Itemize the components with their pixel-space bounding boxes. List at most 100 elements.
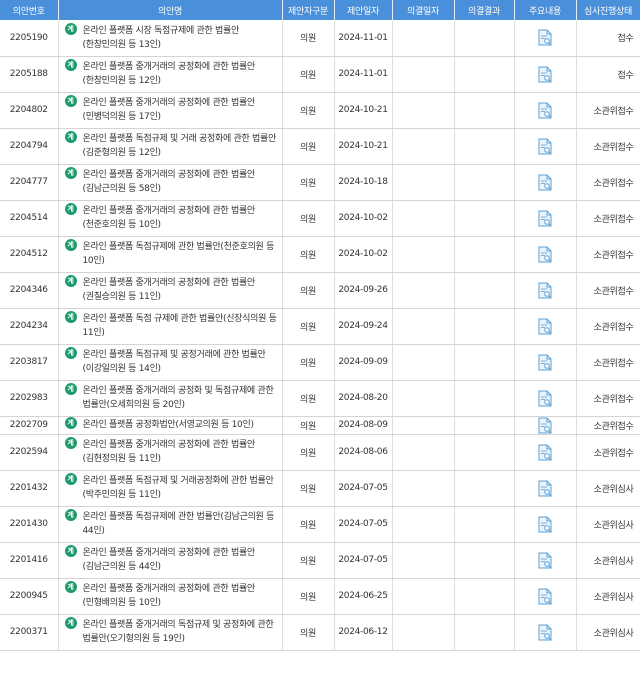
table-row: 2201430 계 온라인 플랫폼 독점규제에 관한 법률안(김남근의원 등 44인… <box>0 506 640 543</box>
proposal-date-cell: 2024-10-21 <box>334 92 393 129</box>
bill-name-link[interactable]: 온라인 플랫폼 중개거래의 공정화에 관한 법률안(권칠승의원 등 11인) <box>83 276 279 304</box>
document-search-icon[interactable] <box>537 552 553 569</box>
bill-name-link[interactable]: 온라인 플랫폼 독점규제 및 거래공정화에 관한 법률안(박주민의원 등 11인… <box>83 474 279 502</box>
bill-name-cell: 계 온라인 플랫폼 중개거래의 공정화에 관한 법률안(김남근의원 등 58인) <box>58 164 283 201</box>
bill-name-link[interactable]: 온라인 플랫폼 독점규제에 관한 법률안(천준호의원 등 10인) <box>83 240 279 268</box>
bill-name-link[interactable]: 온라인 플랫폼 중개거래의 독점규제 및 공정화에 관한 법률안(오기형의원 등… <box>83 618 279 646</box>
document-search-icon[interactable] <box>537 29 553 46</box>
summary-cell <box>514 506 577 543</box>
bill-name-cell: 계 온라인 플랫폼 중개거래의 독점규제 및 공정화에 관한 법률안(오기형의원 … <box>58 614 283 651</box>
document-search-icon[interactable] <box>537 174 553 191</box>
review-status-cell: 소관위접수 <box>576 200 640 237</box>
document-search-icon[interactable] <box>537 246 553 263</box>
document-search-icon[interactable] <box>537 588 553 605</box>
bill-name-link[interactable]: 온라인 플랫폼 독점규제 및 거래 공정화에 관한 법률안(김준형의원 등 12… <box>83 132 279 160</box>
bill-name-cell: 계 온라인 플랫폼 중개거래의 공정화에 관한 법률안(민병덕의원 등 17인) <box>58 92 283 129</box>
summary-cell <box>514 92 577 129</box>
summary-cell <box>514 20 577 57</box>
document-search-icon[interactable] <box>537 417 553 433</box>
proposal-date-cell: 2024-10-02 <box>334 236 393 273</box>
bill-name-link[interactable]: 온라인 플랫폼 중개거래의 공정화에 관한 법률안(천준호의원 등 10인) <box>83 204 279 232</box>
law-badge-icon: 계 <box>64 95 77 107</box>
document-search-icon[interactable] <box>537 354 553 371</box>
law-badge-icon: 계 <box>64 509 77 521</box>
review-status-cell: 소관위접수 <box>576 380 640 417</box>
proposer-cell: 의원 <box>282 470 335 507</box>
proposer-cell: 의원 <box>282 416 335 435</box>
resolution-result-cell <box>454 236 515 273</box>
col-header-proposer[interactable]: 제안자구분 <box>282 0 335 20</box>
col-header-bill-name[interactable]: 의안명 <box>58 0 283 20</box>
document-search-icon[interactable] <box>537 102 553 119</box>
resolution-date-cell <box>392 614 455 651</box>
bill-name-link[interactable]: 온라인 플랫폼 독점규제에 관한 법률안(김남근의원 등 44인) <box>83 510 279 538</box>
review-status-cell: 소관위접수 <box>576 308 640 345</box>
summary-cell <box>514 200 577 237</box>
bill-name-link[interactable]: 온라인 플랫폼 중개거래의 공정화에 관한 법률안(김현정의원 등 11인) <box>83 438 279 466</box>
bill-name-link[interactable]: 온라인 플랫폼 중개거래의 공정화 및 독점규제에 관한 법률안(오세희의원 등… <box>83 384 279 412</box>
bill-no-cell: 2202709 <box>0 416 59 435</box>
col-header-bill-no[interactable]: 의안번호 <box>0 0 59 20</box>
resolution-result-cell <box>454 614 515 651</box>
proposal-date-cell: 2024-10-21 <box>334 128 393 165</box>
resolution-date-cell <box>392 236 455 273</box>
resolution-date-cell <box>392 308 455 345</box>
col-header-resolution-date[interactable]: 의결일자 <box>392 0 455 20</box>
resolution-result-cell <box>454 272 515 309</box>
summary-cell <box>514 236 577 273</box>
bill-name-link[interactable]: 온라인 플랫폼 중개거래의 공정화에 관한 법률안(김남근의원 등 58인) <box>83 168 279 196</box>
proposer-cell: 의원 <box>282 20 335 57</box>
document-search-icon[interactable] <box>537 66 553 83</box>
law-badge-icon: 계 <box>64 131 77 143</box>
resolution-date-cell <box>392 380 455 417</box>
bill-no-cell: 2204514 <box>0 200 59 237</box>
document-search-icon[interactable] <box>537 624 553 641</box>
law-badge-icon: 계 <box>64 545 77 557</box>
document-search-icon[interactable] <box>537 210 553 227</box>
bill-name-link[interactable]: 온라인 플랫폼 독점 규제에 관한 법률안(신장식의원 등 11인) <box>83 312 279 340</box>
bill-name-cell: 계 온라인 플랫폼 중개거래의 공정화 및 독점규제에 관한 법률안(오세희의원 … <box>58 380 283 417</box>
bill-no-cell: 2202594 <box>0 434 59 471</box>
proposal-date-cell: 2024-09-26 <box>334 272 393 309</box>
bill-no-cell: 2204346 <box>0 272 59 309</box>
resolution-result-cell <box>454 470 515 507</box>
document-search-icon[interactable] <box>537 444 553 461</box>
col-header-resolution-result[interactable]: 의결결과 <box>454 0 515 20</box>
resolution-date-cell <box>392 470 455 507</box>
resolution-result-cell <box>454 164 515 201</box>
col-header-summary[interactable]: 주요내용 <box>514 0 577 20</box>
document-search-icon[interactable] <box>537 480 553 497</box>
bill-table: 의안번호 의안명 제안자구분 제안일자 의결일자 의결결과 주요내용 심사진행상… <box>0 0 640 651</box>
bill-no-cell: 2204777 <box>0 164 59 201</box>
bill-name-link[interactable]: 온라인 플랫폼 중개거래의 공정화에 관한 법률안(한창민의원 등 12인) <box>83 60 279 88</box>
col-header-review-status[interactable]: 심사진행상태 <box>576 0 640 20</box>
summary-cell <box>514 128 577 165</box>
law-badge-icon: 계 <box>64 617 77 629</box>
bill-name-link[interactable]: 온라인 플랫폼 공정화법안(서영교의원 등 10인) <box>83 418 254 432</box>
table-header-row: 의안번호 의안명 제안자구분 제안일자 의결일자 의결결과 주요내용 심사진행상… <box>0 0 640 20</box>
resolution-date-cell <box>392 578 455 615</box>
col-header-proposal-date[interactable]: 제안일자 <box>334 0 393 20</box>
bill-name-link[interactable]: 온라인 플랫폼 독점규제 및 공정거래에 관한 법률안(이강일의원 등 14인) <box>83 348 279 376</box>
proposal-date-cell: 2024-08-09 <box>334 416 393 435</box>
document-search-icon[interactable] <box>537 390 553 407</box>
document-search-icon[interactable] <box>537 318 553 335</box>
bill-no-cell: 2202983 <box>0 380 59 417</box>
document-search-icon[interactable] <box>537 282 553 299</box>
bill-no-cell: 2201416 <box>0 542 59 579</box>
bill-name-link[interactable]: 온라인 플랫폼 중개거래의 공정화에 관한 법률안(김남근의원 등 44인) <box>83 546 279 574</box>
resolution-date-cell <box>392 434 455 471</box>
resolution-date-cell <box>392 200 455 237</box>
bill-name-link[interactable]: 온라인 플랫폼 중개거래의 공정화에 관한 법률안(민형배의원 등 10인) <box>83 582 279 610</box>
proposal-date-cell: 2024-07-05 <box>334 470 393 507</box>
bill-name-link[interactable]: 온라인 플랫폼 중개거래의 공정화에 관한 법률안(민병덕의원 등 17인) <box>83 96 279 124</box>
document-search-icon[interactable] <box>537 138 553 155</box>
proposer-cell: 의원 <box>282 542 335 579</box>
review-status-cell: 소관위심사 <box>576 506 640 543</box>
document-search-icon[interactable] <box>537 516 553 533</box>
review-status-cell: 소관위접수 <box>576 128 640 165</box>
proposer-cell: 의원 <box>282 578 335 615</box>
proposer-cell: 의원 <box>282 164 335 201</box>
proposer-cell: 의원 <box>282 92 335 129</box>
bill-name-link[interactable]: 온라인 플랫폼 시장 독점규제에 관한 법률안(한창민의원 등 13인) <box>83 24 279 52</box>
